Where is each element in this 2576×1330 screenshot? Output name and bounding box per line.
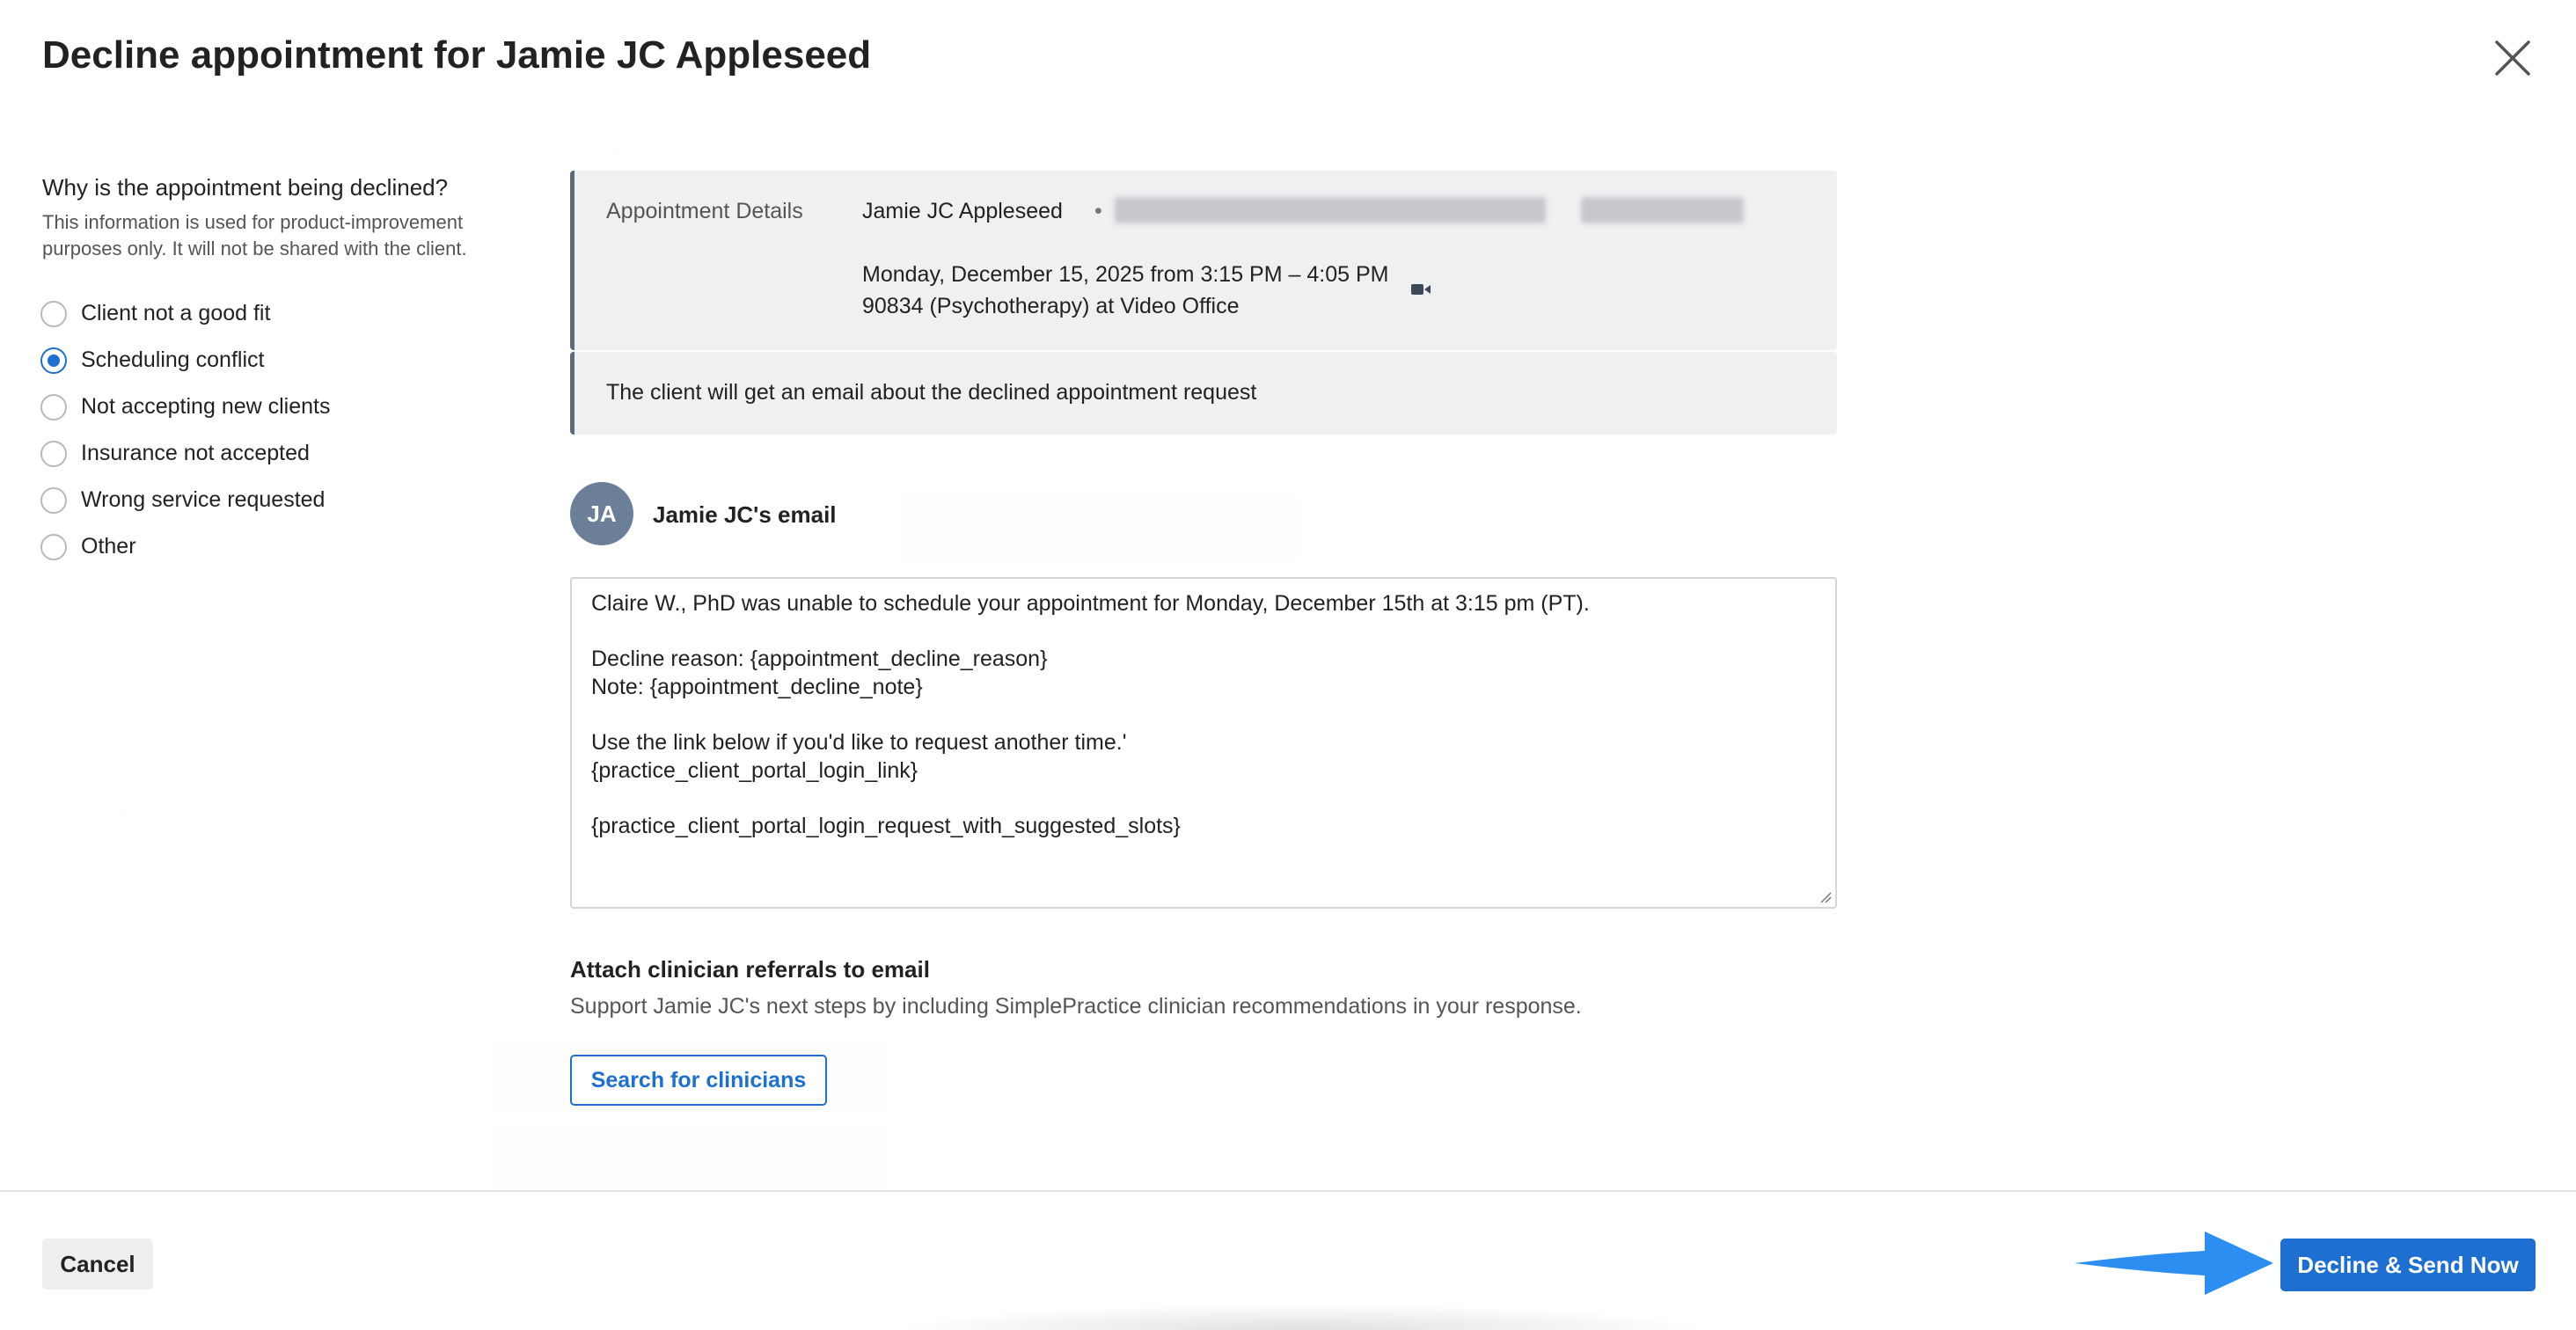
attach-referrals-description: Support Jamie JC's next steps by includi… <box>570 994 1582 1019</box>
email-line: Use the link below if you'd like to requ… <box>591 730 1127 755</box>
email-line: {practice_client_portal_login_link} <box>591 758 918 783</box>
reason-option-scheduling-conflict[interactable]: Scheduling conflict <box>40 337 330 384</box>
video-camera-icon <box>1411 284 1431 295</box>
radio-button[interactable] <box>40 440 67 467</box>
email-line: Decline reason: {appointment_decline_rea… <box>591 647 1048 671</box>
close-icon <box>2495 40 2530 76</box>
dialog-title: Decline appointment for Jamie JC Applese… <box>42 33 872 77</box>
appointment-details-card: Appointment Details Jamie JC Appleseed •… <box>570 171 1837 350</box>
search-clinicians-button[interactable]: Search for clinicians <box>570 1055 827 1106</box>
radio-button-checked[interactable] <box>40 347 67 374</box>
email-line: Claire W., PhD was unable to schedule yo… <box>591 591 1590 616</box>
reason-option-label: Client not a good fit <box>81 301 271 325</box>
reason-option-label: Scheduling conflict <box>81 347 265 372</box>
avatar: JA <box>570 482 633 545</box>
decline-notice-card: The client will get an email about the d… <box>570 352 1837 435</box>
email-line: Note: {appointment_decline_note} <box>591 675 923 699</box>
decline-reason-question: Why is the appointment being declined? <box>42 174 449 201</box>
reason-option-label: Not accepting new clients <box>81 394 331 419</box>
decline-appointment-dialog: Decline appointment for Jamie JC Applese… <box>0 0 2576 1330</box>
appointment-service: 90834 (Psychotherapy) at Video Office <box>862 294 1240 318</box>
reason-option-not-accepting[interactable]: Not accepting new clients <box>40 384 330 430</box>
attach-referrals-title: Attach clinician referrals to email <box>570 956 930 983</box>
appointment-datetime: Monday, December 15, 2025 from 3:15 PM –… <box>862 262 1389 287</box>
reason-option-label: Insurance not accepted <box>81 441 310 465</box>
decline-reason-help: This information is used for product-imp… <box>42 211 467 259</box>
email-body-textarea[interactable]: Claire W., PhD was unable to schedule yo… <box>570 577 1837 909</box>
reason-option-label: Other <box>81 534 136 559</box>
redacted-contact-info <box>1115 197 1546 223</box>
radio-button[interactable] <box>40 393 67 420</box>
radio-button[interactable] <box>40 533 67 560</box>
reason-option-not-good-fit[interactable]: Client not a good fit <box>40 290 330 337</box>
email-heading: Jamie JC's email <box>653 501 837 528</box>
resize-handle-icon[interactable] <box>1818 889 1832 903</box>
reason-option-wrong-service[interactable]: Wrong service requested <box>40 477 330 523</box>
reason-option-insurance[interactable]: Insurance not accepted <box>40 430 330 477</box>
annotation-arrow-icon <box>2075 1231 2273 1295</box>
cancel-button[interactable]: Cancel <box>42 1239 153 1290</box>
details-label: Appointment Details <box>606 199 803 223</box>
decline-send-now-button[interactable]: Decline & Send Now <box>2280 1239 2536 1291</box>
radio-button[interactable] <box>40 300 67 327</box>
separator-dot: • <box>1094 199 1102 223</box>
redacted-contact-info <box>1581 197 1744 223</box>
footer-divider <box>0 1190 2576 1192</box>
reason-option-label: Wrong service requested <box>81 487 326 512</box>
bottom-shadow <box>889 1304 1716 1330</box>
decline-reason-options: Client not a good fit Scheduling conflic… <box>40 290 330 570</box>
close-button[interactable] <box>2490 35 2536 81</box>
email-line: {practice_client_portal_login_request_wi… <box>591 814 1181 838</box>
reason-option-other[interactable]: Other <box>40 523 330 570</box>
client-name: Jamie JC Appleseed <box>862 199 1063 223</box>
radio-button[interactable] <box>40 486 67 514</box>
decline-notice-text: The client will get an email about the d… <box>606 380 1257 405</box>
